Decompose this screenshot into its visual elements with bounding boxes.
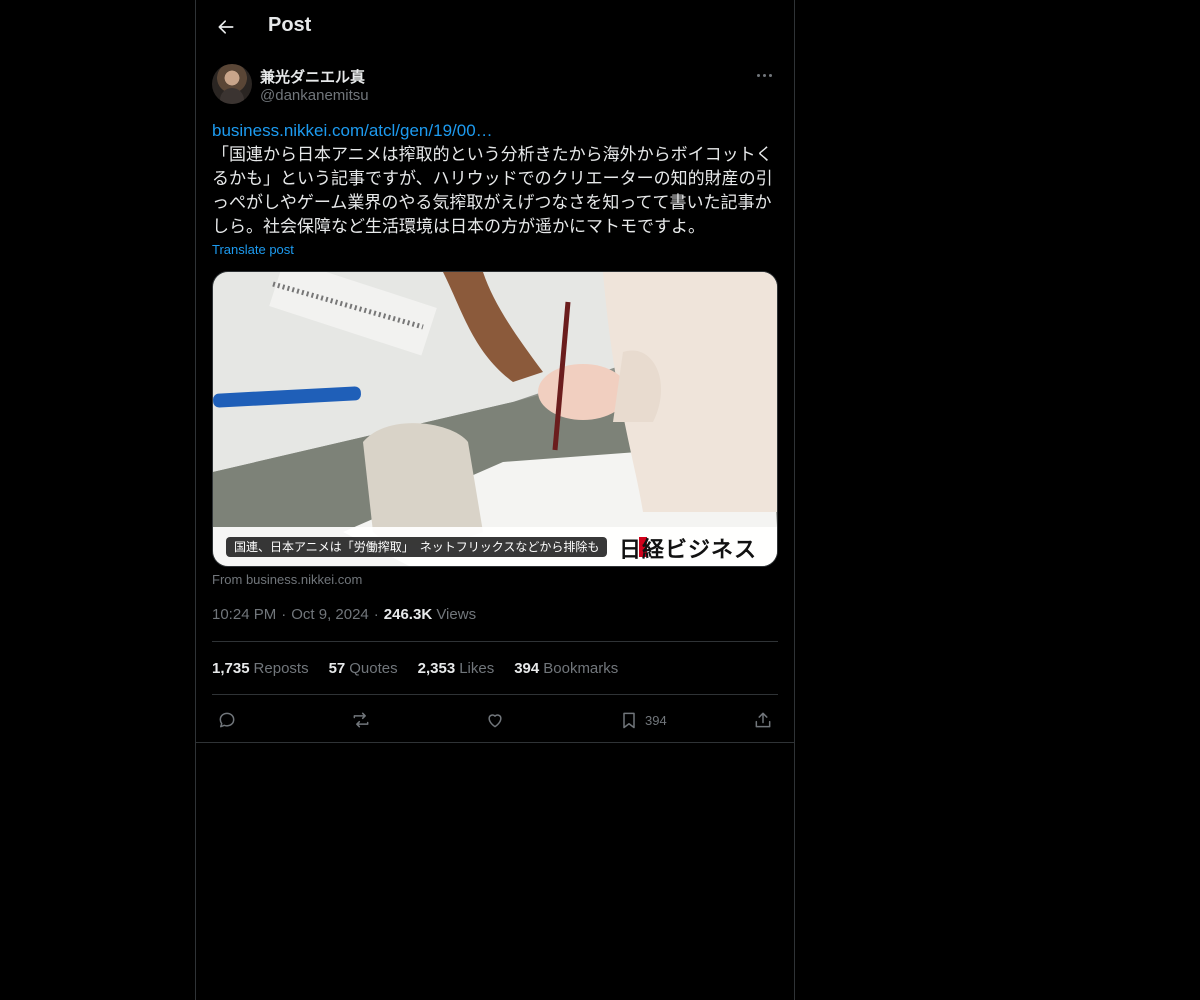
link-card[interactable]: 国連、日本アニメは「労働搾取」 ネットフリックスなどから排除も 日経ビジネス [212,271,778,567]
reply-icon [219,712,235,728]
quotes-count: 57 [328,660,346,677]
post-text-line: るかも」という記事ですが、ハリウッドでのクリエーターの知的財産の引 [212,169,773,188]
divider [212,641,778,642]
reposts-count: 1,735 [212,660,250,677]
post-time[interactable]: 10:24 PM [212,606,276,623]
more-icon [756,73,760,77]
card-image [213,272,777,566]
more-icon-dot [768,73,772,77]
meta-separator: · [373,606,379,623]
post-link[interactable]: business.nikkei.com/atcl/gen/19/00… [212,119,778,143]
like-icon [488,714,502,728]
bookmarks-label: Bookmarks [543,660,619,677]
repost-button[interactable] [351,706,371,734]
reply-button[interactable] [217,706,237,734]
post-text: business.nikkei.com/atcl/gen/19/00… 「国連か… [212,119,778,239]
more-icon-dot [762,73,766,77]
repost-icon [353,712,369,728]
post-date[interactable]: Oct 9, 2024 [291,606,369,623]
like-button[interactable] [485,706,505,734]
quotes-stat[interactable]: 57 Quotes [329,660,398,677]
post-text-line: しら。社会保障など生活環境は日本の方が遥かにマトモですよ。 [212,217,705,236]
bookmark-button[interactable]: 394 [619,706,667,734]
post-bottom-border [196,742,794,743]
card-caption: 国連、日本アニメは「労働搾取」 ネットフリックスなどから排除も [226,537,608,557]
likes-count: 2,353 [417,660,456,677]
bookmark-icon [623,712,635,729]
bookmarks-stat[interactable]: 394 Bookmarks [514,660,618,677]
likes-label: Likes [459,660,495,677]
bookmarks-count: 394 [514,660,540,677]
more-button[interactable] [750,64,778,86]
card-source[interactable]: From business.nikkei.com [212,572,362,587]
page-title: Post [268,14,312,36]
card-brand-logo: 日経ビジネス [618,537,757,563]
avatar[interactable] [212,64,252,104]
share-button[interactable] [753,706,773,734]
post-text-line: っぺがしやゲーム業界のやる気搾取がえげつなさを知ってて書いた記事か [212,193,772,212]
views-label: Views [436,606,477,623]
back-button[interactable] [210,11,242,43]
post-meta: 10:24 PM · Oct 9, 2024 · 246.3K Views [212,606,476,623]
reposts-label: Reposts [253,660,309,677]
divider [212,694,778,695]
translate-post-link[interactable]: Translate post [212,242,294,257]
meta-separator: · [281,606,287,623]
post-column: Post 兼光ダニエル真 @dankanemitsu business.nikk… [195,0,795,1000]
engagement-stats: 1,735 Reposts 57 Quotes 2,353 Likes 394 Book… [212,660,618,677]
action-bar: 394 [212,706,778,734]
author-display-name[interactable]: 兼光ダニエル真 [260,66,365,87]
share-icon [755,712,771,728]
back-arrow-icon [218,20,234,34]
reposts-stat[interactable]: 1,735 Reposts [212,660,309,677]
post-text-line: 「国連から日本アニメは搾取的という分析きたから海外からボイコットく [212,145,773,164]
quotes-label: Quotes [349,660,398,677]
likes-stat[interactable]: 2,353 Likes [418,660,495,677]
bookmark-count: 394 [645,712,667,728]
header: Post [196,0,794,54]
views-count: 246.3K [383,606,433,623]
author-block: 兼光ダニエル真 @dankanemitsu [212,64,778,106]
author-handle[interactable]: @dankanemitsu [260,87,369,104]
